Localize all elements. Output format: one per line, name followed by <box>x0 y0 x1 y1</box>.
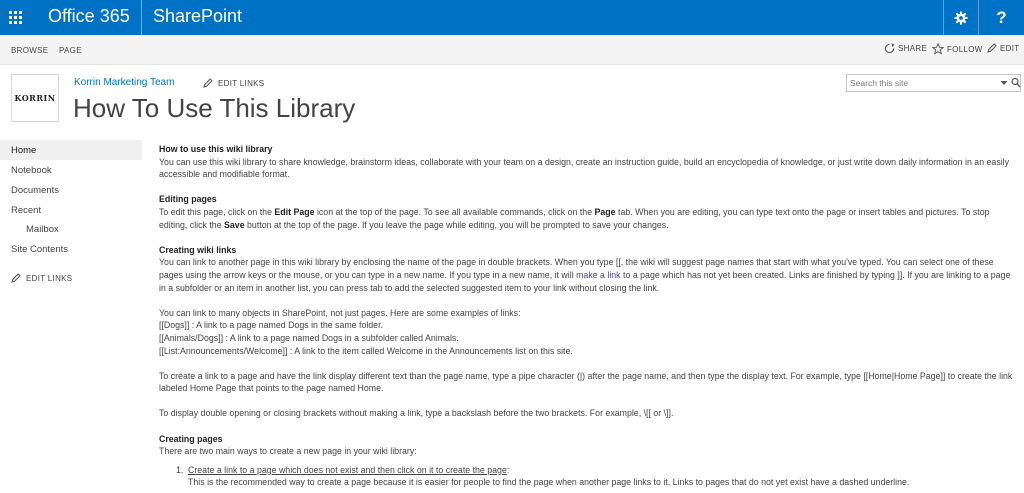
search-box[interactable] <box>846 74 1021 92</box>
section-heading-editing-pages: Editing pages <box>159 194 217 205</box>
wiki-content: How to use this wiki library You can use… <box>159 143 1019 489</box>
page-title: How To Use This Library <box>73 93 356 123</box>
nav-item-documents[interactable]: Documents <box>0 180 142 200</box>
help-icon: ? <box>996 7 1007 27</box>
site-logo[interactable]: KORRIN <box>11 74 59 122</box>
nav-item-mailbox[interactable]: Mailbox <box>0 219 142 239</box>
section-heading-how-to-use: How to use this wiki library <box>159 144 273 154</box>
paragraph-creating-pages-intro: There are two main ways to create a new … <box>159 446 417 457</box>
bold-save: Save <box>224 219 245 230</box>
office365-brand-link[interactable]: Office 365 <box>48 6 130 27</box>
pencil-icon <box>11 273 21 283</box>
paragraph-backslash-brackets: To display double opening or closing bra… <box>159 408 674 419</box>
pencil-icon <box>203 78 213 88</box>
link-example-announcements: [[List:Announcements/Welcome]] : A link … <box>159 345 573 356</box>
follow-button[interactable]: FOLLOW <box>932 43 983 55</box>
top-edit-links-button[interactable]: EDIT LINKS <box>203 78 264 88</box>
list-item-description: This is the recommended way to create a … <box>188 477 910 488</box>
list-item: 1. Create a link to a page which does no… <box>159 464 1019 489</box>
waffle-icon <box>9 11 22 24</box>
star-icon <box>932 43 944 55</box>
settings-button[interactable] <box>943 0 977 35</box>
help-button[interactable]: ? <box>978 0 1024 35</box>
nav-item-site-contents[interactable]: Site Contents <box>0 239 142 259</box>
share-icon <box>884 43 895 54</box>
bold-edit-page: Edit Page <box>274 206 315 217</box>
paragraph-link-examples-intro: You can link to many objects in SharePoi… <box>159 307 521 318</box>
nav-item-recent[interactable]: Recent <box>0 200 142 220</box>
suite-bar-divider <box>141 0 142 35</box>
site-logo-text: KORRIN <box>14 93 56 103</box>
section-heading-creating-wiki-links: Creating wiki links <box>159 244 237 255</box>
suite-bar: Office 365 SharePoint ? <box>0 0 1024 35</box>
paragraph-pipe-character: To create a link to a page and have the … <box>159 370 1013 394</box>
tab-page[interactable]: PAGE <box>59 46 82 55</box>
make-a-link-link[interactable]: make a link <box>576 270 621 280</box>
link-example-animals-dogs: [[Animals/Dogs]] : A link to a page name… <box>159 332 459 343</box>
paragraph-creating-wiki-links: You can link to another page in this wik… <box>159 257 1011 293</box>
edit-page-button[interactable]: EDIT <box>987 43 1019 53</box>
app-launcher-button[interactable] <box>0 0 31 35</box>
ribbon-bar: BROWSE PAGE SHARE FOLLOW EDIT <box>0 35 1024 65</box>
paragraph-editing-pages: To edit this page, click on the Edit Pag… <box>159 206 990 230</box>
dropdown-caret-icon[interactable] <box>1000 79 1008 87</box>
nav-item-home[interactable]: Home <box>0 140 142 160</box>
bold-page: Page <box>594 206 616 217</box>
edit-label: EDIT <box>1000 43 1020 53</box>
search-icon[interactable] <box>1011 77 1021 89</box>
gear-icon <box>953 10 968 25</box>
nav-item-notebook[interactable]: Notebook <box>0 160 142 180</box>
site-title-link[interactable]: Korrin Marketing Team <box>74 77 174 88</box>
link-example-dogs: [[Dogs]] : A link to a page named Dogs i… <box>159 320 383 331</box>
share-label: SHARE <box>898 44 928 53</box>
list-item-title-link[interactable]: Create a link to a page which does not e… <box>188 465 507 475</box>
follow-label: FOLLOW <box>947 44 983 54</box>
nav-edit-links-label: EDIT LINKS <box>26 273 73 283</box>
nav-edit-links-button[interactable]: EDIT LINKS <box>11 273 72 283</box>
tab-browse[interactable]: BROWSE <box>11 46 48 55</box>
share-button[interactable]: SHARE <box>884 43 927 54</box>
list-item-number: 1. <box>176 464 184 475</box>
top-edit-links-label: EDIT LINKS <box>218 78 265 88</box>
pencil-icon <box>987 43 997 53</box>
search-input[interactable] <box>850 76 995 90</box>
paragraph-how-to-use: You can use this wiki library to share k… <box>159 156 1010 180</box>
section-heading-creating-pages: Creating pages <box>159 433 223 444</box>
sharepoint-app-link[interactable]: SharePoint <box>153 6 242 27</box>
